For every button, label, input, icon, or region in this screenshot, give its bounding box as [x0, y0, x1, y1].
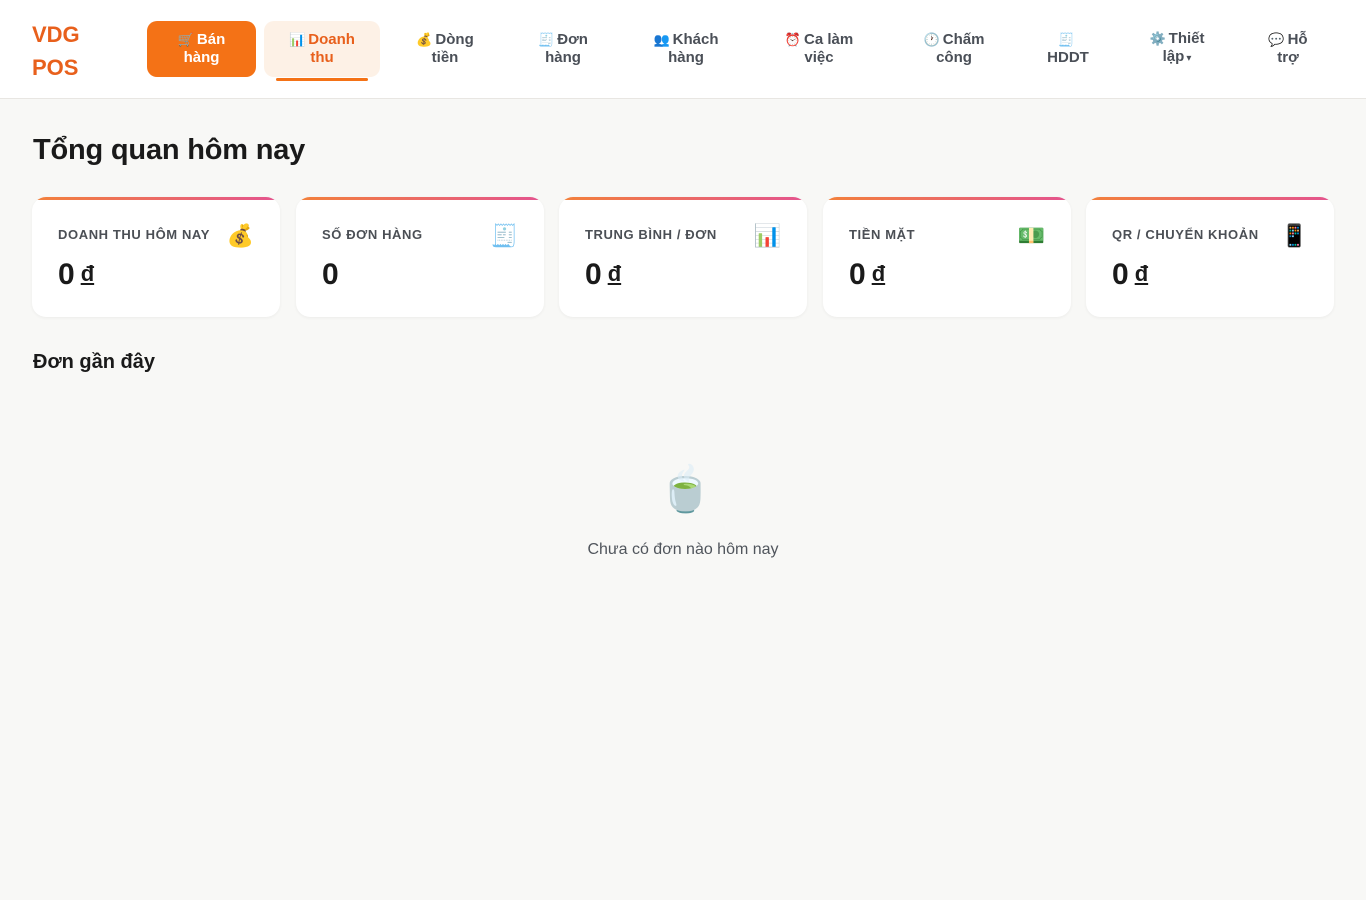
bar-chart-icon: 📊: [753, 223, 781, 248]
currency-symbol: đ: [607, 261, 622, 286]
nav-khach-hang[interactable]: 👥 Khách hàng: [636, 21, 736, 77]
stat-card-order-count: SỐ ĐƠN HÀNG 🧾 0: [296, 197, 544, 317]
logo-line-2: POS: [32, 55, 79, 80]
active-tab-indicator: [276, 78, 368, 81]
money-bag-icon: 💰: [226, 223, 254, 248]
receipt-icon: 🧾: [538, 32, 555, 47]
stat-value: 0đ: [849, 258, 885, 292]
nav-hddt[interactable]: 🧾 HDDT: [1034, 21, 1102, 77]
stat-label: DOANH THU HÔM NAY: [58, 227, 211, 242]
chevron-down-icon: ▾: [1186, 53, 1192, 64]
bar-chart-icon: 📊: [289, 32, 306, 47]
page-title: Tổng quan hôm nay: [33, 134, 306, 166]
stat-card-average: TRUNG BÌNH / ĐƠN 📊 0đ: [559, 197, 807, 317]
nav-label-line2: công: [936, 49, 972, 66]
stat-value: 0đ: [58, 258, 94, 292]
stat-number: 0: [1112, 258, 1129, 291]
nav-label-line1: Ca làm: [803, 31, 854, 48]
stat-value: 0: [322, 258, 339, 292]
stat-number: 0: [585, 258, 602, 291]
nav-don-hang[interactable]: 🧾 Đơn hàng: [520, 21, 606, 77]
nav-ca-lam-viec[interactable]: ⏰ Ca làm việc: [768, 21, 870, 77]
nav-label-line2: HDDT: [1047, 49, 1089, 66]
app-logo[interactable]: VDG POS: [32, 18, 102, 84]
nav-label-line2: trợ: [1277, 49, 1299, 66]
stat-card-cash: TIỀN MẶT 💵 0đ: [823, 197, 1071, 317]
gear-icon: ⚙️: [1149, 31, 1166, 46]
nav-label-line2: lập: [1162, 48, 1185, 65]
receipt-icon: 🧾: [490, 223, 518, 248]
stat-label: TRUNG BÌNH / ĐƠN: [585, 227, 717, 242]
alarm-clock-icon: ⏰: [784, 32, 801, 47]
logo-line-1: VDG: [32, 22, 80, 47]
top-navbar: VDG POS 🛒 Bán hàng 📊 Doanh thu 💰 Dòng tiền …: [0, 0, 1366, 99]
nav-thiet-lap[interactable]: ⚙️ Thiết lập ▾: [1134, 21, 1220, 77]
nav-doanh-thu[interactable]: 📊 Doanh thu: [264, 21, 380, 81]
stat-number: 0: [322, 258, 339, 291]
nav-label-line1: Bán: [196, 31, 226, 48]
nav-label-line1: Hỗ: [1287, 31, 1308, 48]
tea-cup-icon: 🍵: [658, 465, 713, 514]
nav-ho-tro[interactable]: 💬 Hỗ trợ: [1250, 21, 1326, 77]
stat-value: 0đ: [585, 258, 621, 292]
speech-bubble-icon: 💬: [1268, 32, 1285, 47]
stat-card-qr-transfer: QR / CHUYỂN KHOẢN 📱 0đ: [1086, 197, 1334, 317]
nav-label-line2: hàng: [183, 49, 220, 66]
stat-label: QR / CHUYỂN KHOẢN: [1112, 227, 1259, 242]
cart-icon: 🛒: [177, 32, 194, 47]
nav-label-line2: thu: [310, 49, 334, 66]
empty-state-message: Chưa có đơn nào hôm nay: [587, 541, 779, 558]
nav-label-line1: Khách: [672, 31, 719, 48]
nav-label-line1: Thiết: [1168, 30, 1205, 47]
recent-orders-title: Đơn gần đây: [33, 351, 156, 373]
receipt-icon: 🧾: [1058, 32, 1075, 47]
nav-label-line1: Doanh: [308, 31, 355, 48]
nav-cham-cong[interactable]: 🕐 Chấm công: [906, 21, 1002, 77]
nav-label-line1: Dòng: [435, 31, 474, 48]
nav-ban-hang[interactable]: 🛒 Bán hàng: [147, 21, 256, 77]
currency-symbol: đ: [871, 261, 886, 286]
nav-label-line2: hàng: [668, 49, 704, 66]
currency-symbol: đ: [1134, 261, 1149, 286]
clock-icon: 🕐: [923, 32, 940, 47]
nav-label-line1: Đơn: [557, 31, 588, 48]
mobile-phone-icon: 📱: [1280, 223, 1308, 248]
banknote-icon: 💵: [1017, 223, 1045, 248]
nav-label-line2: việc: [804, 49, 834, 66]
stat-value: 0đ: [1112, 258, 1148, 292]
stat-number: 0: [849, 258, 866, 291]
stat-label: TIỀN MẶT: [849, 227, 916, 242]
nav-dong-tien[interactable]: 💰 Dòng tiền: [400, 21, 490, 77]
currency-symbol: đ: [80, 261, 95, 286]
nav-label-line2: hàng: [545, 49, 581, 66]
stat-label: SỐ ĐƠN HÀNG: [322, 227, 423, 242]
nav-label-line1: Chấm: [942, 31, 985, 48]
stat-card-revenue: DOANH THU HÔM NAY 💰 0đ: [32, 197, 280, 317]
stat-number: 0: [58, 258, 75, 291]
money-bag-icon: 💰: [416, 32, 433, 47]
people-icon: 👥: [653, 32, 670, 47]
nav-label-line2: tiền: [431, 49, 459, 66]
